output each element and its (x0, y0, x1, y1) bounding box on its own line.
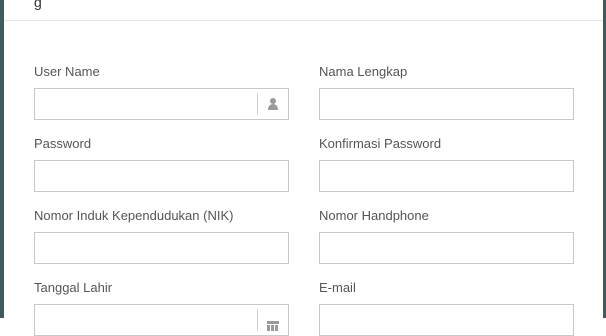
password-input[interactable] (35, 161, 288, 191)
full-name-input-wrap (319, 88, 574, 120)
birth-date-addon[interactable] (257, 309, 288, 331)
window-left-border (0, 0, 4, 318)
email-label: E-mail (319, 280, 356, 295)
confirm-password-input-wrap (319, 160, 574, 192)
confirm-password-input[interactable] (320, 161, 573, 191)
nik-input-wrap (34, 232, 289, 264)
field-full-name: Nama Lengkap (319, 64, 574, 120)
field-password: Password (34, 136, 289, 192)
phone-input-wrap (319, 232, 574, 264)
nik-input[interactable] (35, 233, 288, 263)
email-input-wrap (319, 304, 574, 336)
calendar-icon[interactable] (267, 321, 279, 331)
full-name-label: Nama Lengkap (319, 64, 408, 79)
header-title-fragment: g (34, 0, 42, 10)
user-icon (267, 98, 279, 110)
birth-date-input-wrap (34, 304, 289, 336)
birth-date-input[interactable] (35, 305, 257, 335)
field-phone: Nomor Handphone (319, 208, 574, 264)
username-label: User Name (34, 64, 100, 79)
field-birth-date: Tanggal Lahir (34, 280, 289, 336)
birth-date-label: Tanggal Lahir (34, 280, 113, 295)
password-label: Password (34, 136, 92, 151)
phone-input[interactable] (320, 233, 573, 263)
field-nik: Nomor Induk Kependudukan (NIK) (34, 208, 289, 264)
username-addon (257, 93, 288, 115)
email-input[interactable] (320, 305, 573, 335)
phone-label: Nomor Handphone (319, 208, 429, 223)
password-input-wrap (34, 160, 289, 192)
nik-label: Nomor Induk Kependudukan (NIK) (34, 208, 234, 223)
username-input-wrap (34, 88, 289, 120)
field-email: E-mail (319, 280, 574, 336)
modal-header: g (4, 0, 603, 21)
username-input[interactable] (35, 89, 257, 119)
field-confirm-password: Konfirmasi Password (319, 136, 574, 192)
field-username: User Name (34, 64, 289, 120)
confirm-password-label: Konfirmasi Password (319, 136, 442, 151)
full-name-input[interactable] (320, 89, 573, 119)
